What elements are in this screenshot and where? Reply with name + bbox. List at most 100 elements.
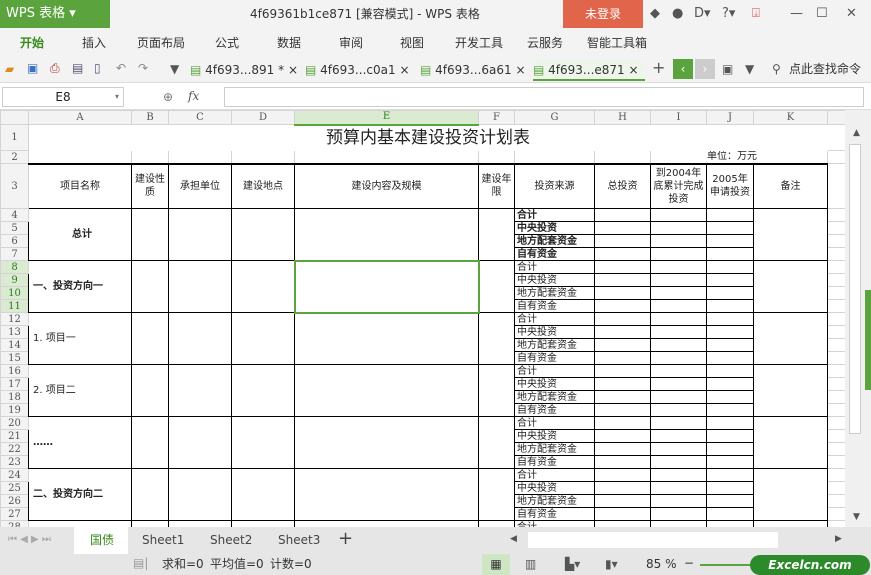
header-cell[interactable]: 总投资	[594, 162, 651, 209]
row-header[interactable]: 13	[0, 325, 29, 339]
cell[interactable]	[131, 364, 169, 417]
sheet-tab[interactable]: Sheet3	[278, 533, 320, 548]
cell[interactable]	[594, 507, 651, 521]
cell[interactable]	[827, 351, 845, 365]
row-header[interactable]: 27	[0, 507, 29, 521]
cell[interactable]	[827, 390, 845, 404]
row-header[interactable]: 17	[0, 377, 29, 391]
cell[interactable]	[650, 351, 707, 365]
funding-source[interactable]: 中央投资	[514, 325, 595, 339]
cell[interactable]	[827, 429, 845, 443]
row-header[interactable]: 14	[0, 338, 29, 352]
header-cell[interactable]: 到2004年底累计完成投资	[650, 162, 707, 209]
cell[interactable]	[706, 455, 754, 469]
column-header-i[interactable]: I	[650, 110, 707, 125]
row-header[interactable]: 10	[0, 286, 29, 300]
cell[interactable]	[650, 429, 707, 443]
cell[interactable]	[706, 364, 754, 378]
row-header[interactable]: 11	[0, 299, 29, 313]
cell[interactable]	[594, 364, 651, 378]
header-cell[interactable]: 项目名称	[28, 162, 132, 209]
cell[interactable]	[168, 312, 232, 365]
column-header-g[interactable]: G	[514, 110, 595, 125]
close-tab-icon[interactable]: ×	[288, 63, 298, 77]
cell[interactable]	[594, 325, 651, 339]
cell[interactable]	[294, 150, 479, 164]
column-header-b[interactable]: B	[131, 110, 169, 125]
cell[interactable]	[478, 416, 515, 469]
row-header[interactable]: 4	[0, 208, 29, 222]
cell[interactable]	[650, 455, 707, 469]
reading-mode-button[interactable]: ▮▾	[605, 557, 618, 572]
cell[interactable]	[706, 299, 754, 313]
column-header-c[interactable]: C	[168, 110, 232, 125]
more-dropdown-icon[interactable]: ▼	[170, 61, 179, 77]
column-header-h[interactable]: H	[594, 110, 651, 125]
header-cell[interactable]: 投资来源	[514, 162, 595, 209]
zoom-level[interactable]: 85 %	[646, 557, 677, 572]
funding-source[interactable]: 自有资金	[514, 507, 595, 521]
row-header[interactable]: 22	[0, 442, 29, 456]
cell[interactable]	[478, 208, 515, 261]
cell[interactable]	[594, 234, 651, 248]
cell[interactable]	[131, 208, 169, 261]
cell[interactable]	[594, 312, 651, 326]
row-header[interactable]: 21	[0, 429, 29, 443]
row-header[interactable]: 25	[0, 481, 29, 495]
funding-source[interactable]: 自有资金	[514, 351, 595, 365]
cell[interactable]	[478, 468, 515, 521]
cell[interactable]	[706, 429, 754, 443]
cell[interactable]	[131, 416, 169, 469]
tab-scroll-left-button[interactable]: ‹	[673, 59, 693, 79]
cell[interactable]	[168, 208, 232, 261]
row-header[interactable]: 3	[0, 163, 29, 209]
funding-source[interactable]: 地方配套资金	[514, 494, 595, 508]
pin-icon[interactable]: ▼	[745, 61, 754, 77]
funding-source[interactable]: 地方配套资金	[514, 286, 595, 300]
cell[interactable]	[706, 442, 754, 456]
cell[interactable]	[514, 150, 595, 164]
cell[interactable]	[168, 416, 232, 469]
cell[interactable]	[594, 351, 651, 365]
cell[interactable]	[131, 468, 169, 521]
cell[interactable]	[594, 273, 651, 287]
menu-data[interactable]: 数据	[277, 35, 301, 51]
cell[interactable]	[706, 234, 754, 248]
doc-tab[interactable]: ▤ 4f693...891 * ×	[190, 59, 300, 81]
cell[interactable]	[827, 299, 845, 313]
cell[interactable]	[827, 364, 845, 378]
cell[interactable]	[650, 234, 707, 248]
cell[interactable]	[168, 468, 232, 521]
doc-tab[interactable]: ▤ 4f693...c0a1 ×	[305, 59, 417, 81]
cell[interactable]	[706, 312, 754, 326]
cell[interactable]	[594, 390, 651, 404]
name-box[interactable]: E8 ▾	[2, 87, 124, 107]
row-header[interactable]: 15	[0, 351, 29, 365]
funding-source[interactable]: 中央投资	[514, 273, 595, 287]
row-header[interactable]: 20	[0, 416, 29, 430]
row-header[interactable]: 8	[0, 260, 29, 274]
cell[interactable]	[706, 286, 754, 300]
cell[interactable]	[827, 442, 845, 456]
cell[interactable]	[168, 150, 232, 164]
header-cell[interactable]: 建设性质	[131, 162, 169, 209]
cell[interactable]	[168, 364, 232, 417]
project-name[interactable]: ……	[28, 416, 132, 469]
row-header[interactable]: 24	[0, 468, 29, 482]
cell[interactable]	[706, 247, 754, 261]
cell[interactable]	[594, 442, 651, 456]
cell[interactable]	[594, 338, 651, 352]
funding-source[interactable]: 自有资金	[514, 455, 595, 469]
row-header[interactable]: 5	[0, 221, 29, 235]
cell[interactable]	[650, 468, 707, 482]
cell[interactable]	[706, 325, 754, 339]
print-icon[interactable]: ▤	[72, 60, 83, 76]
cell[interactable]	[827, 234, 845, 248]
funding-source[interactable]: 自有资金	[514, 403, 595, 417]
zoom-out-button[interactable]: −	[684, 556, 694, 571]
funding-source[interactable]: 自有资金	[514, 247, 595, 261]
row-header[interactable]: 18	[0, 390, 29, 404]
page-layout-view-button[interactable]: ▙▾	[565, 557, 580, 572]
cell[interactable]	[650, 416, 707, 430]
funding-source[interactable]: 合计	[514, 468, 595, 482]
